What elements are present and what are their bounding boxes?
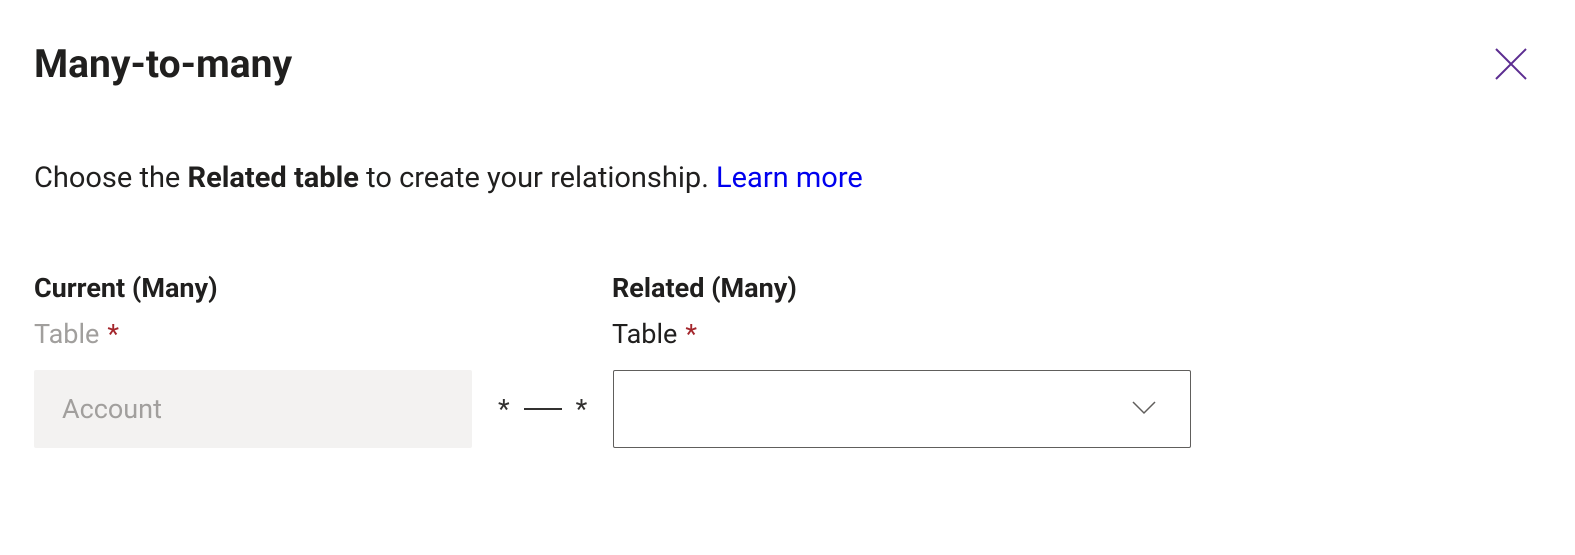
cardinality-right-star: * <box>576 393 588 425</box>
columns: Current (Many) Table * Related (Many) Ta… <box>34 272 1541 370</box>
close-icon <box>1493 46 1529 82</box>
related-table-label: Table * <box>612 318 1190 350</box>
intro-suffix: to create your relationship. <box>359 161 716 195</box>
required-asterisk: * <box>685 318 697 350</box>
cardinality-line <box>524 408 562 410</box>
intro-prefix: Choose the <box>34 161 188 195</box>
current-table-value: Account <box>62 393 162 425</box>
current-heading: Current (Many) <box>34 272 472 304</box>
learn-more-link[interactable]: Learn more <box>716 161 863 195</box>
many-to-many-panel: Many-to-many Choose the Related table to… <box>0 0 1575 448</box>
current-table-input: Account <box>34 370 472 448</box>
related-column: Related (Many) Table * <box>612 272 1190 370</box>
cardinality-connector: * * <box>472 370 613 448</box>
intro-bold: Related table <box>188 161 359 195</box>
panel-title: Many-to-many <box>34 42 1541 87</box>
related-table-dropdown[interactable] <box>613 370 1191 448</box>
required-asterisk: * <box>107 318 119 350</box>
chevron-down-icon <box>1128 391 1160 427</box>
current-column: Current (Many) Table * <box>34 272 472 370</box>
current-table-label-text: Table <box>34 318 99 350</box>
related-heading: Related (Many) <box>612 272 1190 304</box>
fields-row: Account * * <box>34 370 1541 448</box>
current-table-label: Table * <box>34 318 472 350</box>
cardinality-left-star: * <box>498 393 510 425</box>
close-button[interactable] <box>1491 44 1531 84</box>
intro-text: Choose the Related table to create your … <box>34 159 1541 198</box>
related-table-label-text: Table <box>612 318 677 350</box>
